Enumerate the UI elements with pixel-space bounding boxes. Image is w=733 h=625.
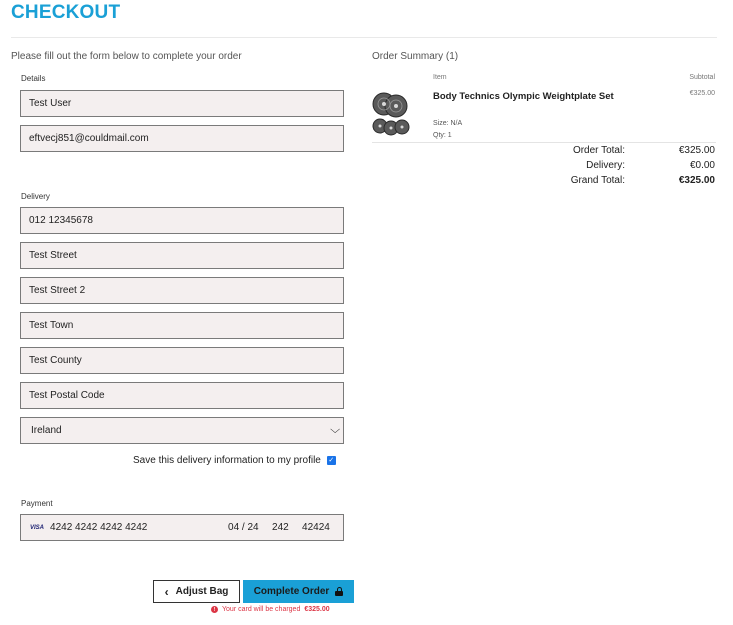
card-cvc[interactable]: 242	[272, 522, 302, 533]
street1-field[interactable]: Test Street	[20, 242, 344, 269]
full-name-field[interactable]: Test User	[20, 90, 344, 117]
charge-amount: €325.00	[304, 606, 330, 613]
payment-label: Payment	[21, 499, 53, 508]
town-field[interactable]: Test Town	[20, 312, 344, 339]
card-input[interactable]: VISA 4242 4242 4242 4242 04 / 24 242 424…	[20, 514, 344, 541]
alert-icon: !	[211, 606, 218, 613]
email-value: eftvecj851@couldmail.com	[29, 133, 149, 144]
order-total-label: Order Total:	[572, 145, 625, 156]
county-value: Test County	[29, 355, 82, 366]
county-field[interactable]: Test County	[20, 347, 344, 374]
product-subtotal: €325.00	[689, 90, 715, 97]
postcode-field[interactable]: Test Postal Code	[20, 382, 344, 409]
lock-icon	[335, 587, 344, 596]
grand-total-value: €325.00	[678, 175, 715, 186]
charge-notice: ! Your card will be charged €325.00	[211, 606, 330, 613]
phone-value: 012 12345678	[29, 215, 93, 226]
form-intro: Please fill out the form below to comple…	[11, 51, 242, 62]
details-label: Details	[21, 74, 46, 83]
visa-icon: VISA	[30, 524, 45, 531]
page-title: CHECKOUT	[11, 2, 121, 23]
phone-field[interactable]: 012 12345678	[20, 207, 344, 234]
order-summary-title: Order Summary (1)	[372, 51, 459, 62]
chevron-left-icon: ‹	[164, 584, 169, 599]
card-postal[interactable]: 42424	[302, 522, 330, 533]
street2-field[interactable]: Test Street 2	[20, 277, 344, 304]
delivery-cost-label: Delivery:	[586, 160, 625, 171]
column-subtotal-header: Subtotal	[689, 74, 715, 81]
delivery-label: Delivery	[21, 192, 50, 201]
street1-value: Test Street	[29, 250, 77, 261]
save-info-label: Save this delivery information to my pro…	[133, 455, 321, 466]
adjust-bag-button[interactable]: ‹ Adjust Bag	[153, 580, 240, 603]
product-size: Size: N/A	[433, 120, 463, 127]
country-select[interactable]: Ireland ⌵	[20, 417, 344, 444]
adjust-bag-label: Adjust Bag	[175, 586, 229, 597]
full-name-value: Test User	[29, 98, 72, 109]
grand-total-label: Grand Total:	[570, 175, 625, 186]
charge-note-text: Your card will be charged	[222, 606, 301, 613]
complete-order-label: Complete Order	[253, 586, 330, 597]
street2-value: Test Street 2	[29, 285, 86, 296]
chevron-down-icon: ⌵	[329, 424, 340, 436]
email-field[interactable]: eftvecj851@couldmail.com	[20, 125, 344, 152]
product-image	[372, 92, 410, 136]
country-value: Ireland	[31, 425, 62, 436]
card-expiry[interactable]: 04 / 24	[228, 522, 272, 533]
column-item-header: Item	[433, 74, 447, 81]
title-divider	[11, 37, 717, 38]
save-info-row: Save this delivery information to my pro…	[133, 455, 336, 466]
town-value: Test Town	[29, 320, 74, 331]
product-qty: Qty: 1	[433, 132, 452, 139]
postcode-value: Test Postal Code	[29, 390, 105, 401]
order-total-value: €325.00	[678, 145, 715, 156]
delivery-cost-value: €0.00	[689, 160, 715, 171]
card-number[interactable]: 4242 4242 4242 4242	[50, 522, 228, 533]
complete-order-button[interactable]: Complete Order	[243, 580, 354, 603]
save-info-checkbox[interactable]: ✓	[326, 456, 336, 465]
product-name: Body Technics Olympic Weightplate Set	[433, 91, 614, 102]
summary-divider	[372, 142, 716, 143]
